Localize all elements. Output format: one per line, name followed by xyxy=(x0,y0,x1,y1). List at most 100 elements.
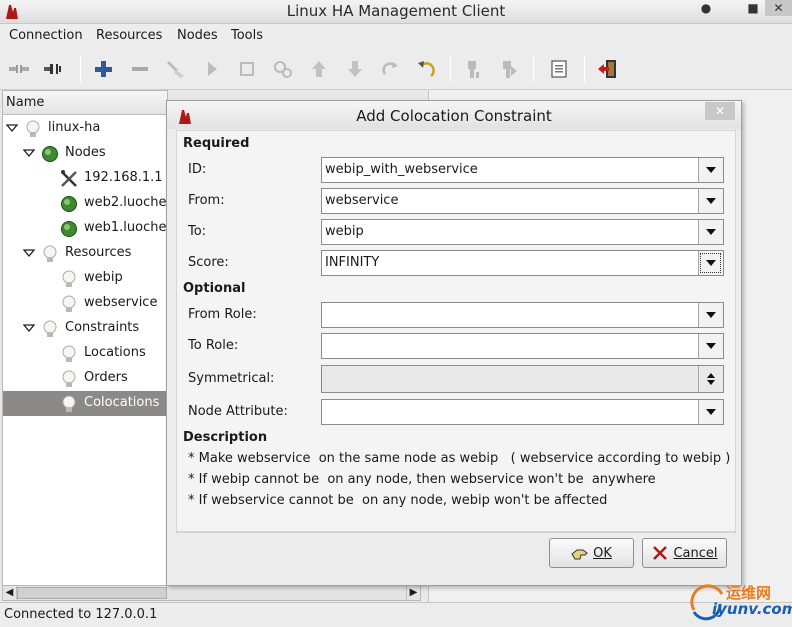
score-label: Score: xyxy=(188,255,229,270)
move-up-icon[interactable] xyxy=(306,56,332,82)
tree-item-orders[interactable]: Orders xyxy=(3,366,167,391)
default-icon[interactable] xyxy=(270,56,296,82)
tree-column-header[interactable]: Name xyxy=(3,91,167,115)
tree-item-webip[interactable]: webip xyxy=(3,266,167,291)
toolbar-separator xyxy=(80,56,81,82)
tree-item-label: Nodes xyxy=(65,145,106,160)
bulb-icon xyxy=(43,320,57,337)
cancel-x-icon xyxy=(653,546,668,560)
chevron-down-icon[interactable] xyxy=(698,303,723,327)
add-icon[interactable] xyxy=(90,56,116,82)
menu-resources[interactable]: Resources xyxy=(96,28,162,43)
ok-label: OK xyxy=(593,545,612,561)
chevron-down-icon[interactable] xyxy=(698,158,723,182)
tree-item-label: web1.luoche xyxy=(84,220,167,235)
expand-arrow-icon[interactable] xyxy=(23,322,35,334)
remove-icon[interactable] xyxy=(127,56,153,82)
cleanup-icon[interactable] xyxy=(163,56,189,82)
maximize-button[interactable]: ■ xyxy=(742,0,764,16)
start-icon[interactable] xyxy=(199,56,225,82)
scroll-right-icon[interactable]: ▶ xyxy=(406,586,420,600)
exit-icon[interactable] xyxy=(594,56,620,82)
status-bar: Connected to 127.0.0.1 xyxy=(0,602,792,627)
chevron-down-icon[interactable] xyxy=(698,220,723,244)
menu-nodes[interactable]: Nodes xyxy=(177,28,218,43)
menu-tools[interactable]: Tools xyxy=(231,28,263,43)
stop-icon[interactable] xyxy=(234,56,260,82)
tree-item-resources[interactable]: Resources xyxy=(3,241,167,266)
tree-item-label: Locations xyxy=(84,345,146,360)
bulb-icon xyxy=(26,120,40,137)
node-attribute-combo[interactable] xyxy=(321,399,724,425)
chevron-down-icon[interactable] xyxy=(698,334,723,358)
expand-arrow-icon[interactable] xyxy=(23,147,35,159)
disconnect-icon[interactable] xyxy=(40,56,66,82)
tree-item-label: Orders xyxy=(84,370,128,385)
dialog-form: Required ID: webip_with_webservice From:… xyxy=(176,130,736,532)
tree-item-label: 192.168.1.1 xyxy=(84,170,163,185)
undo-icon[interactable] xyxy=(413,56,439,82)
tree-item-linux-ha[interactable]: linux-ha xyxy=(3,116,167,141)
tree-item-webservice[interactable]: webservice xyxy=(3,291,167,316)
redo-icon[interactable] xyxy=(378,56,404,82)
bulb-icon xyxy=(62,270,76,287)
tree-item-nodes[interactable]: Nodes xyxy=(3,141,167,166)
chevron-down-icon[interactable] xyxy=(698,189,723,213)
tree-item-label: webip xyxy=(84,270,123,285)
menu-connection[interactable]: Connection xyxy=(9,28,83,43)
to-role-label: To Role: xyxy=(188,338,239,353)
node-attribute-label: Node Attribute: xyxy=(188,404,288,419)
green-node-icon xyxy=(61,196,77,212)
bulb-icon xyxy=(62,345,76,362)
to-combo[interactable]: webip xyxy=(321,219,724,245)
add-colocation-dialog: Add Colocation Constraint ✕ Required ID:… xyxy=(166,100,742,586)
chevron-down-icon[interactable] xyxy=(698,251,723,275)
tree-item-label: Resources xyxy=(65,245,132,260)
to-label: To: xyxy=(188,224,207,239)
score-combo[interactable]: INFINITY xyxy=(321,250,724,276)
ok-button[interactable]: OK xyxy=(549,538,634,568)
required-section-label: Required xyxy=(183,136,250,151)
active-icon[interactable] xyxy=(496,56,522,82)
description-line: * If webservice cannot be on any node, w… xyxy=(188,493,608,508)
tree-item-label: linux-ha xyxy=(48,120,101,135)
cancel-button[interactable]: Cancel xyxy=(642,538,727,568)
tree-panel: Name linux-ha Nodes 192.168.1.1 web2.luo… xyxy=(2,90,168,586)
tree-item-colocations[interactable]: Colocations xyxy=(3,391,167,416)
symmetrical-select[interactable] xyxy=(321,365,724,393)
minimize-button[interactable]: ● xyxy=(693,0,719,16)
green-node-icon xyxy=(61,221,77,237)
tree-item-locations[interactable]: Locations xyxy=(3,341,167,366)
scroll-thumb[interactable] xyxy=(17,587,167,599)
description-line: * Make webservice on the same node as we… xyxy=(188,451,731,466)
dialog-close-button[interactable]: ✕ xyxy=(705,102,735,120)
bulb-icon xyxy=(43,245,57,262)
tree-item-node-192[interactable]: 192.168.1.1 xyxy=(3,166,167,191)
up-down-arrows-icon[interactable] xyxy=(698,366,723,392)
from-combo[interactable]: webservice xyxy=(321,188,724,214)
horizontal-scrollbar[interactable]: ◀ ▶ xyxy=(2,585,421,601)
close-window-button[interactable]: ✕ xyxy=(765,0,792,16)
from-role-combo[interactable] xyxy=(321,302,724,328)
move-down-icon[interactable] xyxy=(342,56,368,82)
id-combo[interactable]: webip_with_webservice xyxy=(321,157,724,183)
tree-item-constraints[interactable]: Constraints xyxy=(3,316,167,341)
standby-icon[interactable] xyxy=(460,56,486,82)
toolbar-separator xyxy=(584,56,585,82)
expand-arrow-icon[interactable] xyxy=(23,247,35,259)
connect-icon[interactable] xyxy=(6,56,32,82)
expand-arrow-icon[interactable] xyxy=(6,122,18,134)
id-value: webip_with_webservice xyxy=(325,162,478,177)
scroll-left-icon[interactable]: ◀ xyxy=(3,586,17,600)
score-value: INFINITY xyxy=(325,255,380,270)
from-value: webservice xyxy=(325,193,399,208)
tools-icon xyxy=(61,170,77,187)
green-node-icon xyxy=(42,146,58,162)
tree-item-node-web2[interactable]: web2.luoche xyxy=(3,191,167,216)
to-role-combo[interactable] xyxy=(321,333,724,359)
tree-item-node-web1[interactable]: web1.luoche xyxy=(3,216,167,241)
description-section-label: Description xyxy=(183,430,268,445)
xml-view-icon[interactable] xyxy=(546,56,572,82)
dialog-title: Add Colocation Constraint xyxy=(356,107,552,125)
chevron-down-icon[interactable] xyxy=(698,400,723,424)
